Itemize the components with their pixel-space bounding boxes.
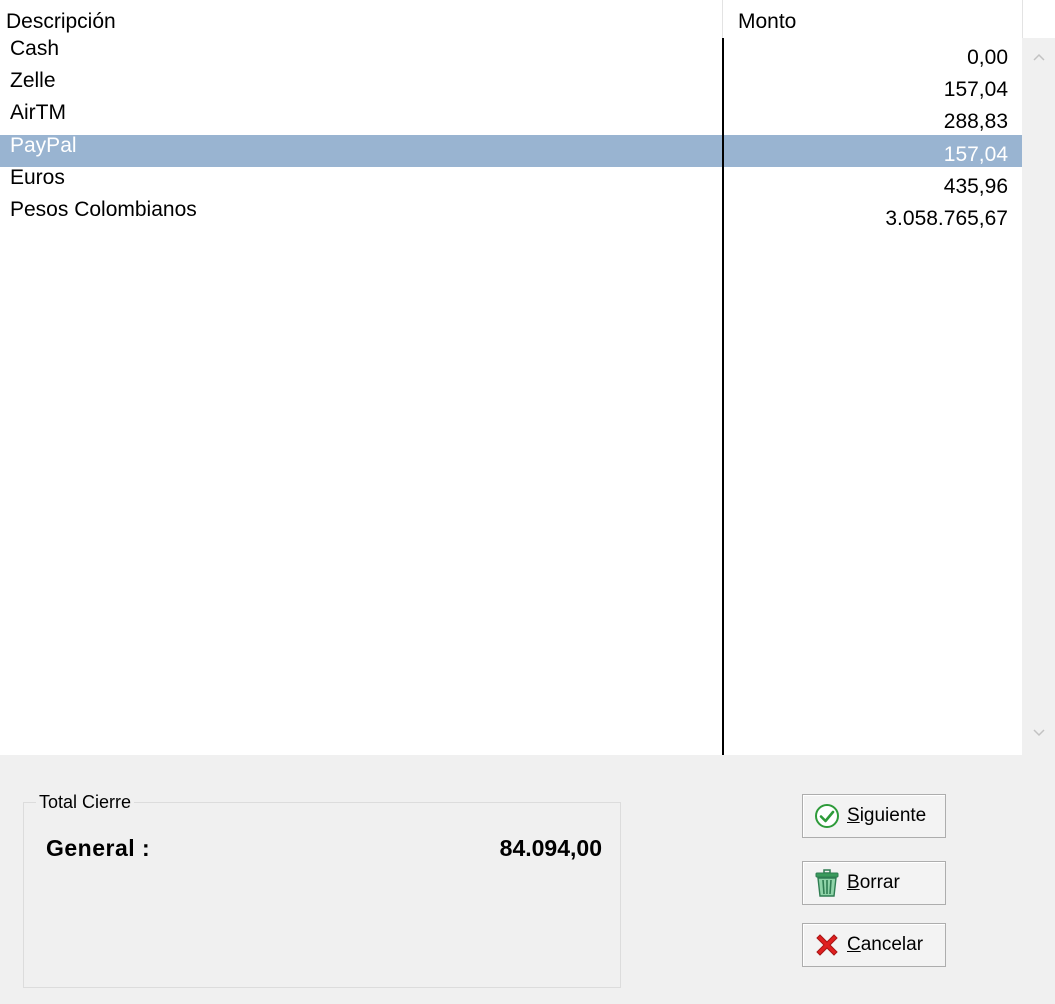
siguiente-button-label: Siguiente (847, 805, 927, 826)
trash-icon (815, 869, 839, 897)
cancelar-button[interactable]: Cancelar (802, 923, 946, 967)
table-row[interactable]: Pesos Colombianos 3.058.765,67 (0, 198, 1022, 231)
red-x-icon (816, 934, 838, 956)
vertical-scrollbar[interactable] (1022, 38, 1055, 755)
cell-descripcion: PayPal (10, 134, 77, 157)
total-general-label: General : (46, 835, 151, 861)
borrar-button-label: Borrar (847, 872, 900, 893)
siguiente-button[interactable]: Siguiente (802, 794, 946, 838)
column-divider (722, 38, 724, 755)
check-circle-icon (815, 804, 839, 828)
column-header-monto[interactable]: Monto (724, 0, 1023, 38)
payments-grid: Descripción Monto Cash 0,00 Zelle 157,04… (0, 0, 1055, 755)
cell-monto: 3.058.765,67 (885, 207, 1008, 230)
cell-monto: 288,83 (943, 110, 1008, 133)
chevron-down-icon[interactable] (1022, 722, 1055, 746)
cell-descripcion: Cash (10, 37, 60, 60)
cell-descripcion: Pesos Colombianos (10, 198, 197, 221)
cell-descripcion: Zelle (10, 69, 56, 92)
cell-descripcion: Euros (10, 166, 65, 189)
grid-body: Cash 0,00 Zelle 157,04 AirTM 288,83 PayP… (0, 37, 1022, 755)
cancelar-button-label: Cancelar (847, 934, 924, 955)
groupbox-title: Total Cierre (36, 792, 135, 812)
cell-descripcion: AirTM (10, 101, 66, 124)
total-general-value: 84.094,00 (499, 835, 602, 861)
chevron-up-icon[interactable] (1022, 46, 1055, 70)
total-cierre-groupbox (23, 802, 621, 988)
column-header-filler (1024, 0, 1055, 38)
borrar-button[interactable]: Borrar (802, 861, 946, 905)
